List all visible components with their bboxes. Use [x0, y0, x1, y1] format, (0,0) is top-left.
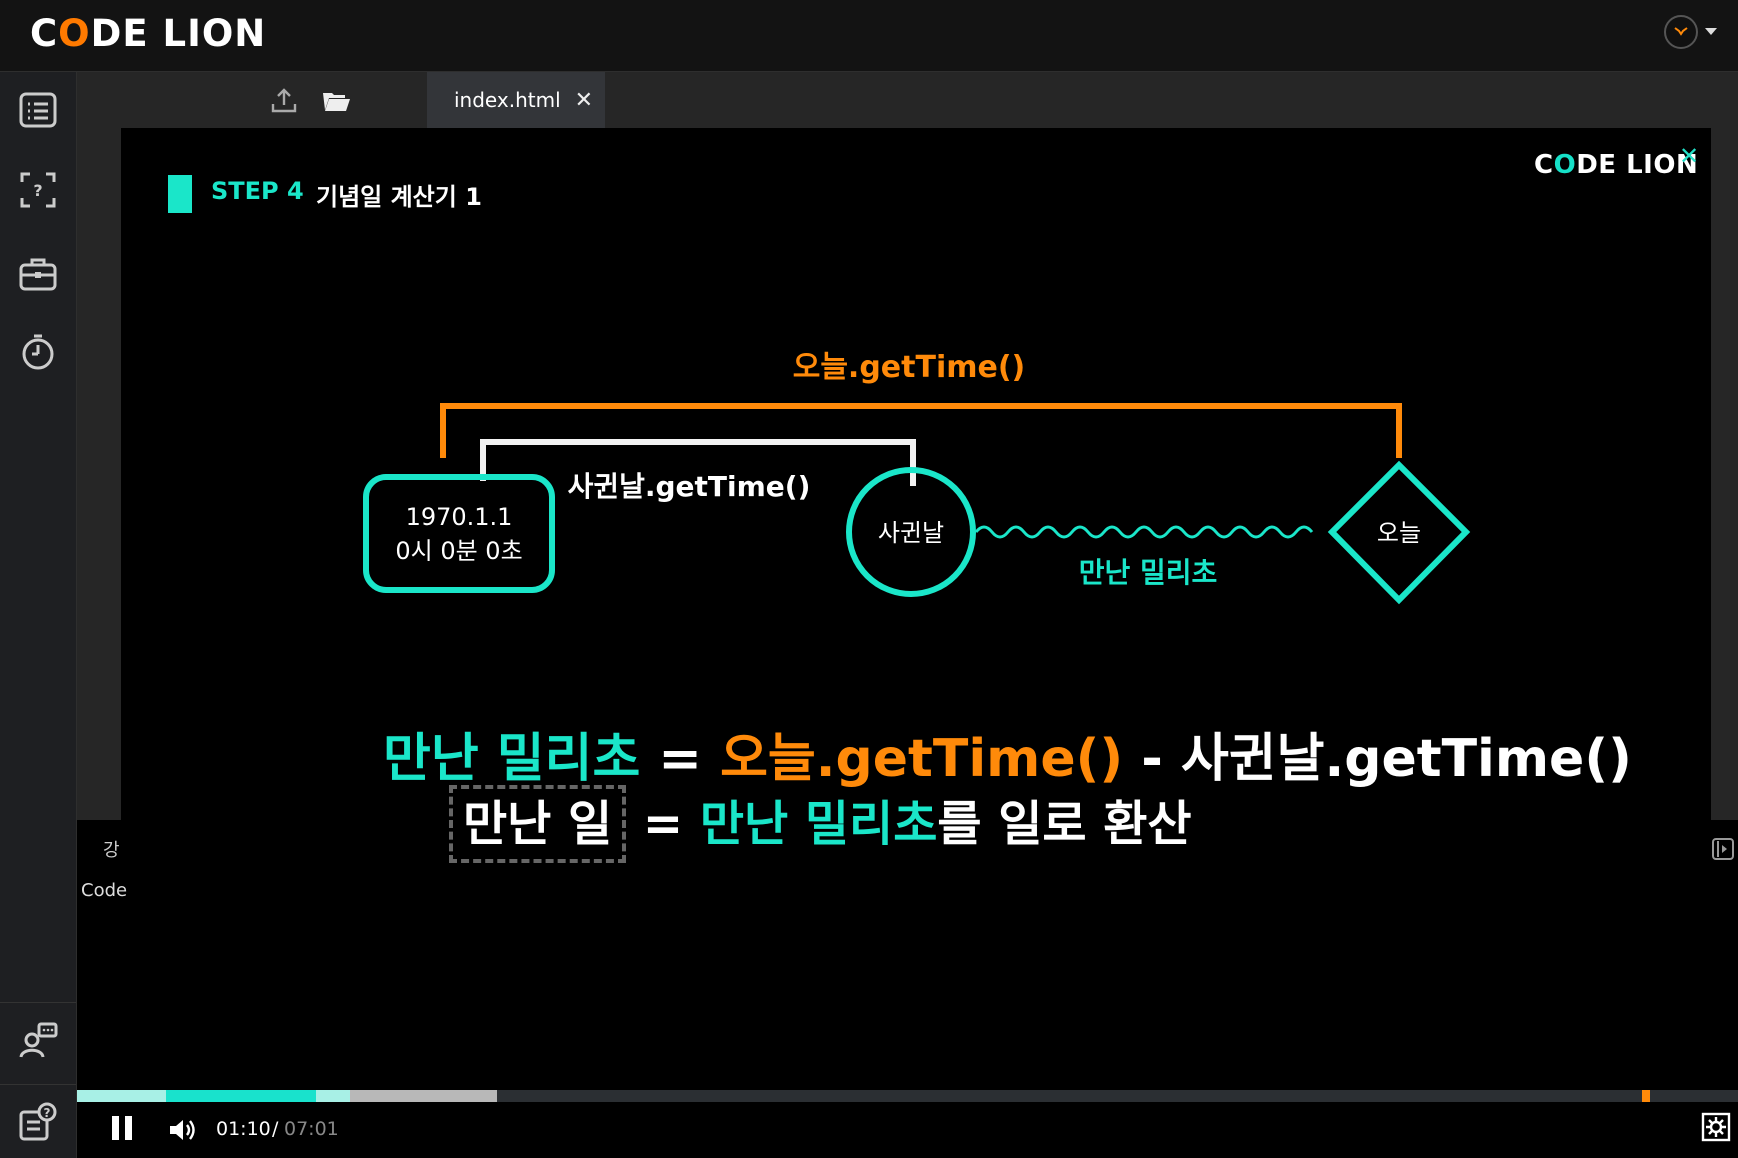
anniversary-node-label: 사귄날: [878, 519, 944, 547]
epoch-box: [363, 474, 555, 593]
panel-toggle-icon[interactable]: [1712, 838, 1734, 860]
today-gettime-label: 오늘.getTime(): [793, 350, 1026, 385]
sidebar-divider: [0, 1002, 76, 1003]
timer-icon[interactable]: [18, 332, 58, 372]
close-icon[interactable]: ✕: [575, 88, 593, 113]
equation-days: 만난 일 = 만난 밀리초를 일로 환산: [449, 784, 1192, 863]
anniversary-gettime-label: 사귄날.getTime(): [568, 470, 811, 503]
milliseconds-wave: [974, 525, 1314, 539]
left-sidebar: ? ?: [0, 72, 77, 1158]
lecture-list-icon[interactable]: [18, 90, 58, 130]
editor-tab-bar: index.html ✕: [77, 72, 1738, 128]
time-separator: /: [272, 1118, 279, 1140]
svg-text:?: ?: [44, 1106, 51, 1120]
player-settings-icon[interactable]: [1701, 1112, 1731, 1142]
lecture-video[interactable]: CODE LION ✕ STEP 4 기념일 계산기 1 오늘.getTime(…: [121, 128, 1711, 880]
current-time: 01:10: [216, 1118, 271, 1140]
today-bracket: [440, 403, 1402, 458]
lower-code-label: Code: [81, 880, 128, 901]
question-icon[interactable]: ?: [18, 170, 58, 210]
lower-panel-tab[interactable]: 강: [103, 836, 120, 862]
pause-button[interactable]: [110, 1116, 136, 1144]
volume-icon[interactable]: [167, 1116, 197, 1144]
progress-played-segment: [316, 1090, 350, 1102]
progress-played-segment: [166, 1090, 316, 1102]
progress-played-segment: [77, 1090, 166, 1102]
player-controls: 01:10 / 07:01: [77, 1102, 1738, 1158]
bookmark-marker[interactable]: [1642, 1090, 1650, 1102]
code-lion-logo[interactable]: CODE LION: [30, 14, 266, 54]
upload-icon[interactable]: [269, 86, 299, 116]
equation-milliseconds: 만난 밀리초 = 오늘.getTime() - 사귄날.getTime(): [383, 729, 1632, 789]
epoch-time: 0시 0분 0초: [395, 537, 522, 565]
progress-buffered-segment: [350, 1090, 497, 1102]
toolbox-icon[interactable]: [18, 254, 58, 294]
epoch-date: 1970.1.1: [406, 503, 513, 531]
folder-open-icon[interactable]: [321, 86, 351, 116]
chevron-down-icon[interactable]: [1705, 28, 1717, 35]
tab-label: index.html: [454, 88, 561, 112]
video-progress-bar[interactable]: [77, 1090, 1738, 1102]
top-bar: CODE LION: [0, 0, 1738, 72]
svg-text:?: ?: [33, 181, 42, 200]
today-node-label: 오늘: [1377, 519, 1421, 547]
milliseconds-label: 만난 밀리초: [1079, 556, 1218, 589]
sidebar-divider: [0, 1084, 76, 1085]
tab-index-html[interactable]: index.html ✕: [427, 72, 605, 128]
lion-avatar-icon[interactable]: [1664, 15, 1698, 49]
community-chat-icon[interactable]: [18, 1020, 58, 1060]
total-time: 07:01: [284, 1118, 339, 1140]
help-notes-icon[interactable]: ?: [18, 1102, 58, 1142]
